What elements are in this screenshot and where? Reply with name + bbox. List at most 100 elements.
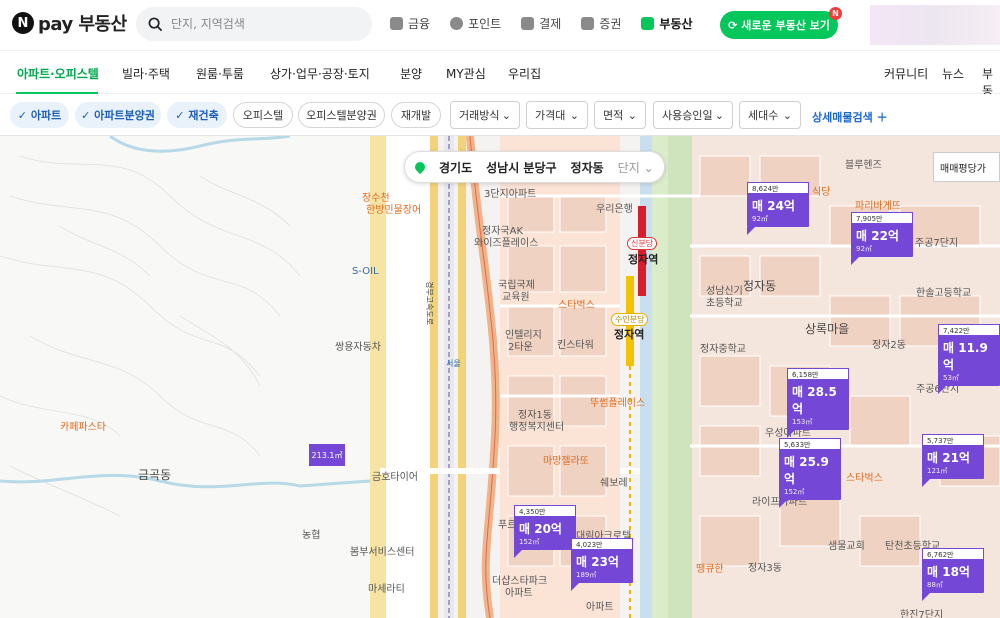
advanced-search-link[interactable]: 상세매물검색 ＋ bbox=[812, 109, 888, 125]
breadcrumb-complex[interactable]: 단지 ⌄ bbox=[618, 159, 654, 176]
service-point[interactable]: 포인트 bbox=[450, 15, 501, 32]
top-bar: N pay 부동산 금융 포인트 결제 증권 부동산 ⟳ 새로운 부동산 보기 … bbox=[0, 0, 1000, 50]
service-label: 금융 bbox=[408, 17, 431, 31]
map-label: 샘물교회 bbox=[828, 541, 865, 552]
dropdown-deal-type[interactable]: 거래방식 ⌄ bbox=[450, 101, 520, 129]
map-label: 스타벅스 bbox=[558, 300, 595, 311]
price-marker[interactable]: 6,762만 매 18억 88㎡ bbox=[922, 548, 984, 601]
marker-price: 매 25.9억 bbox=[784, 455, 829, 486]
tab-my-interest[interactable]: MY관심 bbox=[446, 65, 486, 82]
dropdown-label: 면적 bbox=[603, 109, 624, 122]
marker-price: 매 18억 bbox=[927, 565, 970, 579]
dropdown-price[interactable]: 가격대 ⌄ bbox=[526, 101, 588, 129]
tab-presale[interactable]: 분양 bbox=[400, 65, 422, 82]
price-marker[interactable]: 6,158만 매 28.5억 153㎡ bbox=[787, 368, 849, 438]
service-nav: 금융 포인트 결제 증권 부동산 bbox=[390, 15, 693, 32]
tab-villa-house[interactable]: 빌라·주택 bbox=[122, 65, 170, 82]
link-news[interactable]: 뉴스 bbox=[942, 65, 964, 82]
map-label: 금호타이어 bbox=[372, 472, 418, 483]
logo-text: pay 부동산 bbox=[38, 14, 127, 35]
map-label: 주공7단지 bbox=[915, 238, 959, 249]
refresh-icon: ⟳ bbox=[728, 18, 738, 32]
marker-price: 매 23억 bbox=[576, 555, 619, 569]
plus-icon: ＋ bbox=[876, 111, 888, 124]
dropdown-households[interactable]: 세대수 ⌄ bbox=[739, 101, 801, 129]
chevron-down-icon: ⌄ bbox=[643, 160, 654, 175]
marker-price-per-py: 7,905만 bbox=[851, 212, 913, 224]
map-label: 2타운 bbox=[508, 342, 533, 353]
payment-icon bbox=[521, 17, 535, 30]
service-label: 결제 bbox=[539, 17, 562, 31]
chip-officetel[interactable]: 오피스텔 bbox=[233, 102, 293, 128]
service-stock[interactable]: 증권 bbox=[581, 15, 621, 32]
naver-pay-logo[interactable]: N pay 부동산 bbox=[12, 9, 127, 37]
area-marker[interactable]: 213.1㎡ bbox=[309, 444, 345, 466]
breadcrumb-dong[interactable]: 정자동 bbox=[571, 159, 604, 176]
chip-label: 아파트분양권 bbox=[94, 109, 155, 122]
chevron-down-icon: ⌄ bbox=[782, 108, 792, 122]
breadcrumb-district[interactable]: 성남시 분당구 bbox=[486, 159, 556, 176]
map-label: 킨스타워 bbox=[557, 340, 594, 351]
search-box[interactable] bbox=[136, 7, 372, 41]
map-label: 경부고속도로 bbox=[425, 281, 434, 326]
chip-apartment[interactable]: ✓ 아파트 bbox=[10, 102, 69, 128]
chip-redevelopment[interactable]: 재개발 bbox=[391, 102, 441, 128]
service-finance[interactable]: 금융 bbox=[390, 15, 430, 32]
marker-area: 88㎡ bbox=[927, 581, 943, 589]
map-label: 마세라티 bbox=[368, 584, 405, 595]
stock-icon bbox=[581, 17, 595, 30]
location-pin-icon bbox=[412, 159, 428, 175]
new-button-label: 새로운 부동산 보기 bbox=[741, 19, 830, 32]
chip-apartment-presale[interactable]: ✓ 아파트분양권 bbox=[75, 102, 161, 128]
marker-price-per-py: 6,762만 bbox=[922, 548, 984, 560]
marker-price: 매 28.5억 bbox=[792, 385, 837, 416]
map-label: 한솔고등학교 bbox=[916, 288, 972, 299]
map-layer-select[interactable]: 매매평당가 bbox=[933, 152, 1000, 182]
service-payment[interactable]: 결제 bbox=[521, 15, 561, 32]
map-label: 쌍용자동차 bbox=[335, 342, 381, 353]
marker-price-per-py: 7,422만 bbox=[938, 324, 1000, 336]
chip-reconstruction[interactable]: ✓ 재건축 bbox=[167, 102, 227, 128]
price-marker[interactable]: 4,023만 매 23억 189㎡ bbox=[571, 538, 633, 591]
breadcrumb-province[interactable]: 경기도 bbox=[439, 159, 472, 176]
tab-oneroom-tworoom[interactable]: 원룸·투룸 bbox=[196, 65, 244, 82]
map-label: S-OIL bbox=[352, 266, 379, 277]
marker-price-per-py: 6,158만 bbox=[787, 368, 849, 380]
new-realestate-button[interactable]: ⟳ 새로운 부동산 보기 N bbox=[720, 7, 842, 39]
map-label: 한진7단지 bbox=[900, 610, 944, 618]
search-input[interactable] bbox=[171, 17, 351, 31]
dropdown-area[interactable]: 면적 ⌄ bbox=[594, 101, 646, 129]
marker-area: 153㎡ bbox=[792, 418, 813, 426]
price-marker[interactable]: 7,905만 매 22억 92㎡ bbox=[851, 212, 913, 265]
realestate-icon bbox=[641, 17, 655, 30]
tab-commercial[interactable]: 상가·업무·공장·토지 bbox=[270, 65, 370, 82]
map-label: 정자역 bbox=[628, 253, 659, 266]
point-icon bbox=[450, 17, 464, 30]
tab-apartment-officetel[interactable]: 아파트·오피스텔 bbox=[17, 65, 99, 82]
map-label: 정자3동 bbox=[748, 563, 782, 574]
dropdown-approval-date[interactable]: 사용승인일 ⌄ bbox=[653, 101, 733, 129]
tab-my-home[interactable]: 우리집 bbox=[508, 65, 541, 82]
check-icon: ✓ bbox=[81, 108, 95, 122]
map-label: 3단지아파트 bbox=[484, 189, 537, 200]
marker-price: 매 24억 bbox=[752, 199, 795, 213]
price-marker[interactable]: 5,633만 매 25.9억 152㎡ bbox=[779, 438, 841, 508]
price-marker[interactable]: 5,737만 매 21억 121㎡ bbox=[922, 434, 984, 487]
marker-area: 92㎡ bbox=[856, 245, 872, 253]
chip-officetel-presale[interactable]: 오피스텔분양권 bbox=[298, 102, 385, 128]
check-icon: ✓ bbox=[17, 108, 31, 122]
marker-area: 189㎡ bbox=[576, 571, 597, 579]
check-icon: ✓ bbox=[175, 108, 189, 122]
dropdown-label: 사용승인일 bbox=[662, 109, 713, 122]
price-marker[interactable]: 4,350만 매 20억 152㎡ bbox=[514, 505, 576, 558]
location-breadcrumb[interactable]: 경기도 성남시 분당구 정자동 단지 ⌄ bbox=[404, 151, 665, 183]
price-marker[interactable]: 8,624만 매 24억 92㎡ bbox=[747, 182, 809, 235]
map-label: 정자중학교 bbox=[700, 344, 746, 355]
chevron-down-icon: ⌄ bbox=[501, 108, 511, 122]
service-realestate[interactable]: 부동산 bbox=[641, 15, 693, 32]
link-community[interactable]: 커뮤니티 bbox=[884, 65, 928, 82]
map-view[interactable]: 장수천 한방민물장어 S-OIL 쌍용자동차 카페파스타 금곡동 금호타이어 농… bbox=[0, 136, 1000, 618]
map-label: 파리바게뜨 bbox=[855, 201, 901, 212]
price-marker[interactable]: 7,422만 매 11.9억 53㎡ bbox=[938, 324, 1000, 394]
marker-price-per-py: 4,350만 bbox=[514, 505, 576, 517]
